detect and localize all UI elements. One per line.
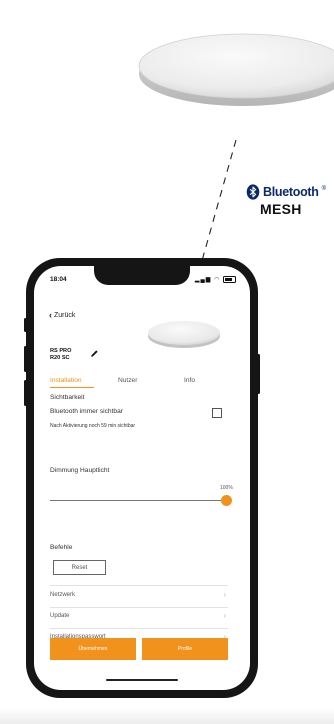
status-time: 18:04 xyxy=(50,276,67,283)
device-model-line1: RS PRO xyxy=(50,348,72,354)
app-screen: 18:04 ▂▄▆ ◠ ‹ Zurück RS PRO R20 SC Insta… xyxy=(34,266,250,690)
menu-item-label: Netzwerk xyxy=(50,592,76,598)
bluetooth-mesh-label: Bluetooth ® MESH xyxy=(246,184,330,217)
menu-item-label: Update xyxy=(50,613,70,619)
tab-nutzer[interactable]: Nutzer xyxy=(118,377,137,384)
chevron-right-icon: › xyxy=(223,611,226,620)
home-indicator xyxy=(106,679,178,681)
tab-info[interactable]: Info xyxy=(184,377,195,384)
back-label: Zurück xyxy=(54,312,76,319)
chevron-right-icon: › xyxy=(223,590,226,599)
tab-bar: Installation Nutzer Info xyxy=(50,377,220,389)
phone-notch xyxy=(94,266,190,285)
profile-button[interactable]: Profile xyxy=(142,638,228,660)
bluetooth-wordmark: Bluetooth xyxy=(263,185,319,199)
wifi-icon: ◠ xyxy=(214,277,221,284)
bluetooth-icon xyxy=(246,184,260,200)
visibility-section-title: Sichtbarkeit xyxy=(50,394,85,401)
phone-side-button-silent xyxy=(24,318,27,332)
device-model-line2: R20 SC xyxy=(50,355,70,361)
battery-icon xyxy=(223,276,236,283)
menu-item-update[interactable]: Update › xyxy=(50,607,228,629)
dimming-slider-thumb[interactable] xyxy=(221,495,232,506)
reset-button[interactable]: Reset xyxy=(53,560,106,575)
phone-side-button-volume-up xyxy=(24,346,27,372)
phone-side-button-power xyxy=(257,354,260,394)
dimming-label: Dimmung Hauptlicht xyxy=(50,467,110,474)
status-icons: ▂▄▆ ◠ xyxy=(195,276,236,283)
commands-label: Befehle xyxy=(50,544,73,551)
registered-mark: ® xyxy=(321,186,327,192)
menu-item-netzwerk[interactable]: Netzwerk › xyxy=(50,586,228,608)
mesh-label: MESH xyxy=(260,201,302,217)
bottom-edge xyxy=(0,708,334,724)
dimming-value: 100% xyxy=(220,485,233,491)
bluetooth-visible-checkbox[interactable] xyxy=(212,408,222,418)
apply-button[interactable]: Übernehmen xyxy=(50,638,136,660)
chevron-left-icon: ‹ xyxy=(49,310,52,320)
device-model: RS PRO R20 SC xyxy=(50,348,71,362)
visibility-note: Nach Aktivierung noch 59 min sichtbar xyxy=(50,423,136,429)
edit-pencil-icon[interactable] xyxy=(90,349,99,358)
dimming-slider-track[interactable] xyxy=(50,500,228,501)
dimming-slider-fill xyxy=(50,500,228,501)
bluetooth-visible-label: Bluetooth immer sichtbar xyxy=(50,408,123,415)
signal-icon: ▂▄▆ xyxy=(194,277,212,284)
ceiling-lamp-image xyxy=(138,33,334,106)
device-lamp-image xyxy=(148,321,220,348)
active-tab-indicator xyxy=(50,387,94,388)
phone-mockup: 18:04 ▂▄▆ ◠ ‹ Zurück RS PRO R20 SC Insta… xyxy=(24,258,260,698)
back-button[interactable]: ‹ Zurück xyxy=(49,311,75,320)
phone-side-button-volume-down xyxy=(24,380,27,406)
tab-installation[interactable]: Installation xyxy=(50,377,82,384)
